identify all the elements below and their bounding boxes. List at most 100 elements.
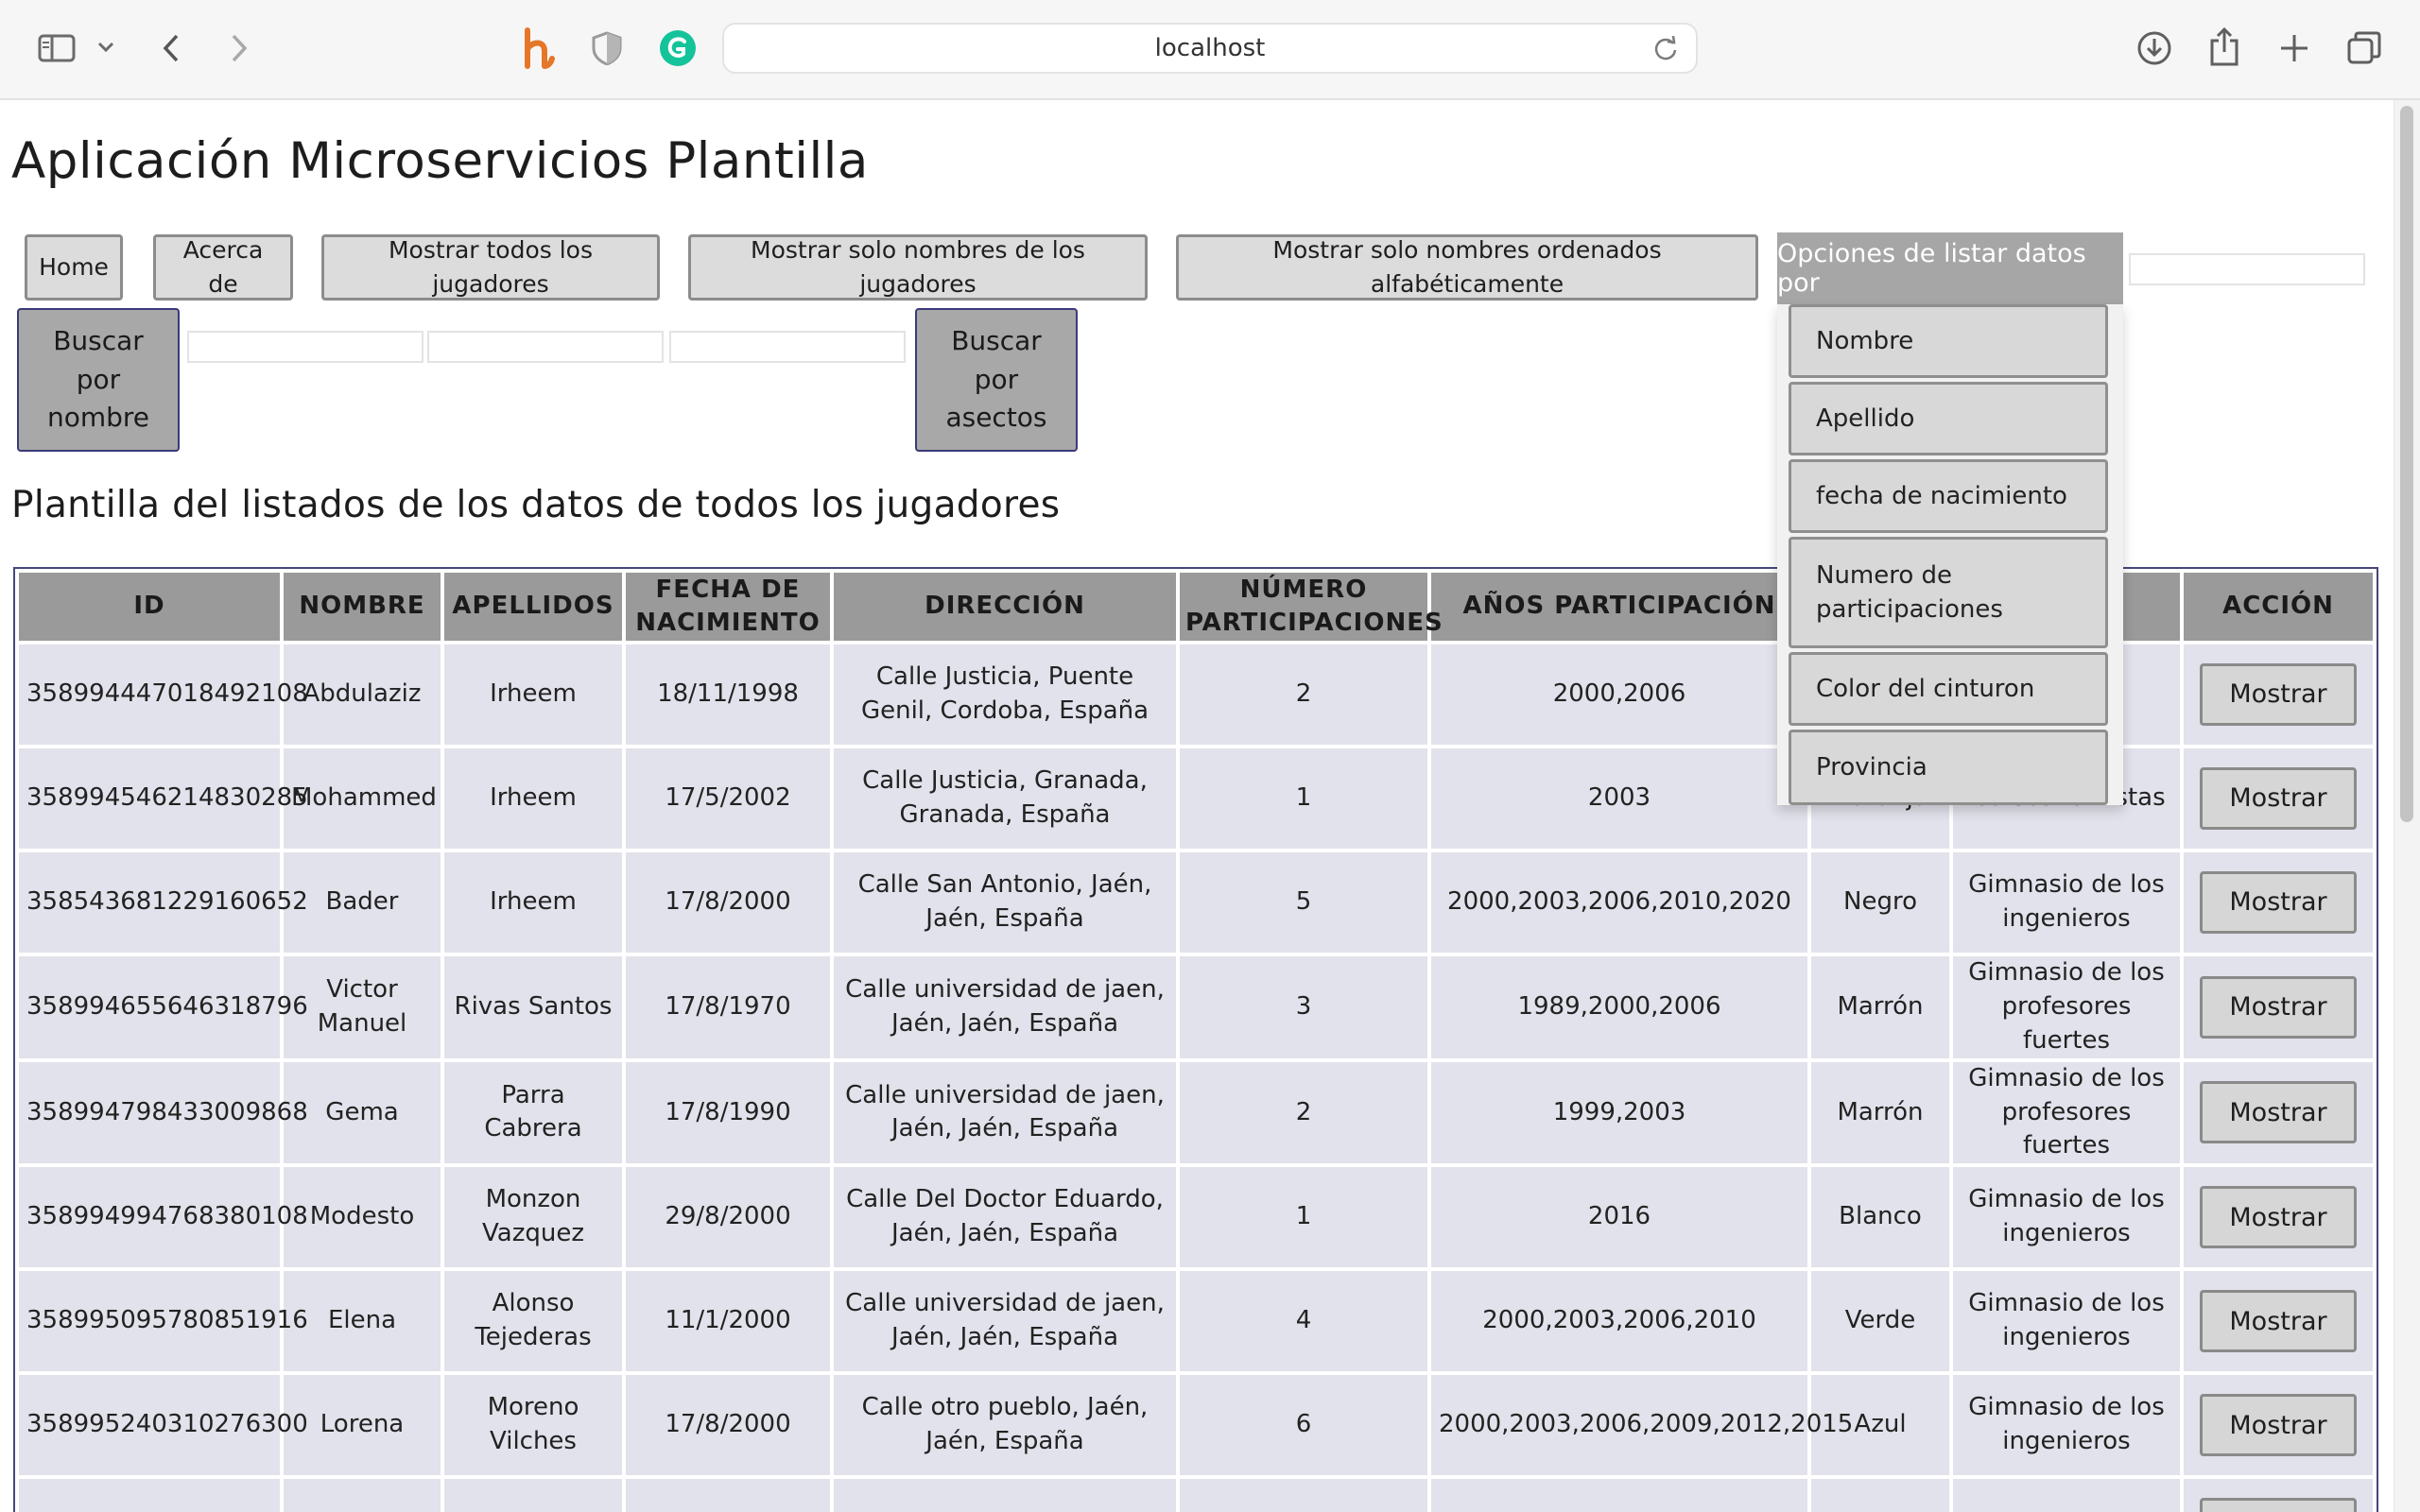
cell-surname: Moreno Vilches [444,1375,622,1476]
share-icon[interactable] [2204,25,2244,68]
cell-action: Mostrar [2184,1375,2373,1476]
table-row: 358995095780851916 Elena Alonso Tejederas 1… [19,1271,2373,1372]
cell-gym: Gimnasio de los ingenieros [1953,1167,2180,1268]
cell-id: 358994655646318796 [19,956,308,1058]
cell-gym: Gimnasio de los ingenieros [1953,1271,2180,1372]
option-provincia[interactable]: Provincia [1789,730,2108,805]
search-input-2[interactable] [427,331,664,363]
cell-birthdate: 17/8/2000 [626,852,830,953]
option-apellido[interactable]: Apellido [1789,382,2108,455]
option-fecha-nacimiento[interactable]: fecha de nacimiento [1789,459,2108,533]
cell-birthdate: 17/8/1990 [626,1061,830,1164]
home-button[interactable]: Home [25,234,123,301]
column-header-years[interactable]: AÑOS PARTICIPACIÓN [1431,573,1807,641]
chevron-down-icon[interactable] [95,36,117,59]
cell-belt: Marrón [1811,956,1949,1058]
cell-surname: Monzon Vazquez [444,1167,622,1268]
show-player-button[interactable]: Mostrar [2200,1081,2357,1144]
extension-h-icon[interactable] [514,25,560,72]
cell-action: Mostrar [2184,1271,2373,1372]
search-by-name-button[interactable]: Buscar por nombre [17,308,180,452]
cell-gym: Gimnasio de los profesores fuertes [1953,1061,2180,1164]
show-player-button[interactable]: Mostrar [2200,1186,2357,1249]
cell-belt: Verde [1811,1271,1949,1372]
cell-surname: Irheem [444,852,622,953]
forward-icon[interactable] [223,28,255,68]
show-sorted-names-button[interactable]: Mostrar solo nombres ordenados alfabétic… [1176,234,1758,301]
cell-birthdate: 18/11/1998 [626,644,830,745]
shield-icon[interactable] [588,28,626,68]
sidebar-toggle-icon[interactable] [34,28,79,68]
show-player-button[interactable]: Mostrar [2200,1394,2357,1457]
cell-id: 358995095780851916 [19,1271,308,1372]
option-numero-participaciones[interactable]: Numero de participaciones [1789,537,2108,648]
column-header-address[interactable]: DIRECCIÓN [834,573,1176,641]
cell-surname [444,1479,622,1512]
list-options-menu: Nombre Apellido fecha de nacimiento Nume… [1777,304,2123,805]
show-player-button[interactable]: Mostrar [2200,663,2357,726]
scrollbar-thumb[interactable] [2400,106,2413,822]
search-by-aspects-button[interactable]: Buscar por asectos [915,308,1078,452]
download-icon[interactable] [2135,28,2174,68]
option-color-cinturon[interactable]: Color del cinturon [1789,652,2108,726]
cell-name [284,1479,441,1512]
show-player-button[interactable]: Mostrar [2200,1290,2357,1353]
grammarly-icon[interactable] [658,28,698,68]
list-options-dropdown[interactable]: Opciones de listar datos por [1777,232,2123,304]
show-names-button[interactable]: Mostrar solo nombres de los jugadores [688,234,1148,301]
cell-birthdate: 11/1/2000 [626,1271,830,1372]
cell-belt: Negro [1811,852,1949,953]
cell-surname: Parra Cabrera [444,1061,622,1164]
cell-years: 1989,2000,2006 [1431,956,1807,1058]
cell-belt: Blanco [1811,1167,1949,1268]
table-row: Mostrar [19,1479,2373,1512]
search-input-3[interactable] [669,331,906,363]
column-header-birthdate[interactable]: FECHA DE NACIMIENTO [626,573,830,641]
search-input-1[interactable] [187,331,424,363]
cell-surname: Alonso Tejederas [444,1271,622,1372]
cell-surname: Irheem [444,748,622,849]
new-tab-icon[interactable] [2274,28,2314,68]
address-bar[interactable]: localhost [722,23,1698,74]
cell-id [19,1479,280,1512]
cell-address: Calle Justicia, Puente Genil, Cordoba, E… [834,644,1176,745]
cell-participations: 3 [1180,956,1427,1058]
cell-surname: Rivas Santos [444,956,622,1058]
cell-action: Mostrar [2184,1479,2373,1512]
column-header-action[interactable]: ACCIÓN [2184,573,2373,641]
cell-years: 2016 [1431,1167,1807,1268]
page-scrollbar[interactable] [2394,100,2420,1512]
cell-id: 358994447018492108 [19,644,308,745]
page-title: Aplicación Microservicios Plantilla [11,132,869,190]
cell-birthdate [626,1479,830,1512]
column-header-surname[interactable]: APELLIDOS [444,573,622,641]
cell-years: 2003 [1431,748,1807,849]
column-header-name[interactable]: NOMBRE [284,573,441,641]
options-input[interactable] [2129,253,2365,285]
show-player-button[interactable]: Mostrar [2200,1498,2357,1512]
cell-action: Mostrar [2184,644,2373,745]
cell-action: Mostrar [2184,748,2373,849]
show-player-button[interactable]: Mostrar [2200,767,2357,830]
show-player-button[interactable]: Mostrar [2200,871,2357,934]
cell-gym: Gimnasio de los ingenieros [1953,852,2180,953]
tab-overview-icon[interactable] [2344,28,2384,68]
option-nombre[interactable]: Nombre [1789,304,2108,378]
url-text[interactable]: localhost [724,25,1696,72]
about-button[interactable]: Acerca de [153,234,293,301]
column-header-id[interactable]: ID [19,573,280,641]
column-header-participations[interactable]: NÚMERO PARTICIPACIONES [1180,573,1443,641]
show-all-players-button[interactable]: Mostrar todos los jugadores [321,234,660,301]
cell-address: Calle Justicia, Granada, Granada, España [834,748,1176,849]
reload-icon[interactable] [1652,35,1679,66]
cell-participations: 6 [1180,1375,1427,1476]
cell-participations [1180,1479,1427,1512]
back-icon[interactable] [155,28,187,68]
show-player-button[interactable]: Mostrar [2200,975,2357,1039]
cell-address: Calle San Antonio, Jaén, Jaén, España [834,852,1176,953]
cell-birthdate: 29/8/2000 [626,1167,830,1268]
cell-gym: Gimnasio de los profesores fuertes [1953,956,2180,1058]
cell-birthdate: 17/8/1970 [626,956,830,1058]
cell-participations: 5 [1180,852,1427,953]
cell-address: Calle otro pueblo, Jaén, Jaén, España [834,1375,1176,1476]
